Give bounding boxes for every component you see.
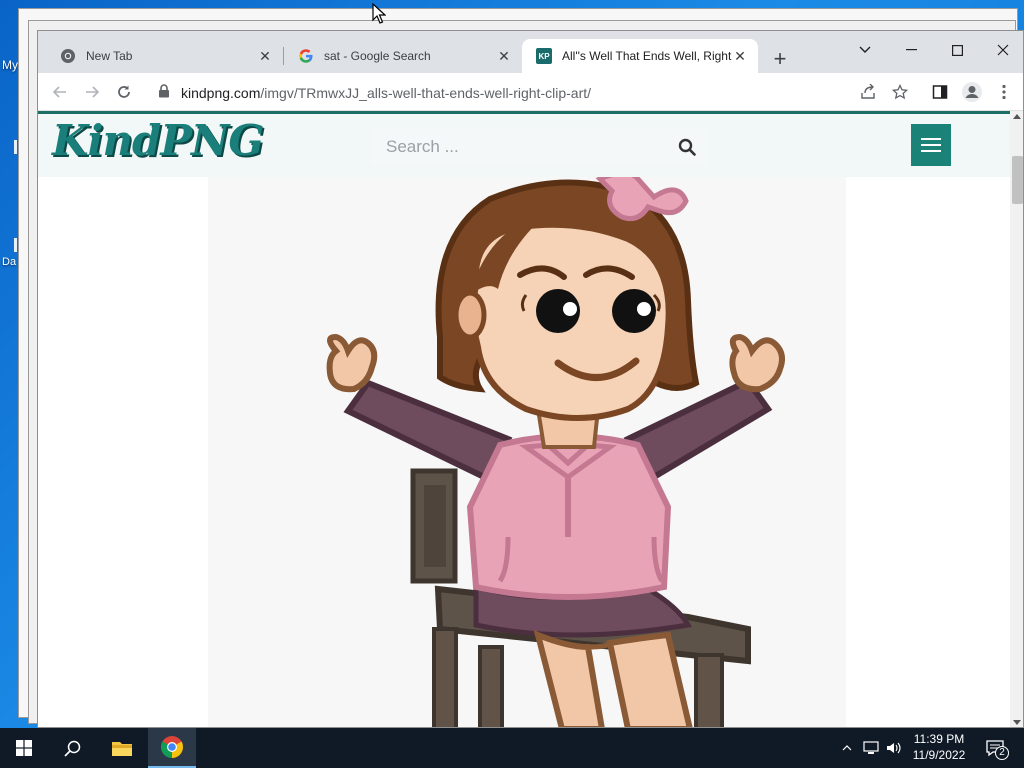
chrome-window: New Tab ✕ sat - Google Search ✕ KP All''… xyxy=(37,30,1024,728)
page-scrollbar[interactable] xyxy=(1010,111,1023,727)
lock-icon[interactable] xyxy=(158,84,170,101)
start-button[interactable] xyxy=(0,728,48,768)
google-icon xyxy=(298,48,314,64)
close-tab-icon[interactable]: ✕ xyxy=(732,48,748,64)
windows-logo-icon xyxy=(16,740,32,756)
close-window-button[interactable] xyxy=(980,35,1023,65)
back-button[interactable] xyxy=(46,78,74,106)
url-text: kindpng.com/imgv/TRmwxJJ_alls-well-that-… xyxy=(181,85,591,101)
forward-button[interactable] xyxy=(78,78,106,106)
maximize-button[interactable] xyxy=(934,35,980,65)
side-panel-icon[interactable] xyxy=(926,78,954,106)
tab-title: All''s Well That Ends Well, Right xyxy=(562,49,732,63)
taskbar-search-button[interactable] xyxy=(48,728,96,768)
desktop-icon-label-da[interactable]: Da xyxy=(2,256,16,268)
hamburger-icon xyxy=(921,138,941,152)
show-hidden-icons-chevron-icon[interactable] xyxy=(838,728,856,768)
more-menu-icon[interactable] xyxy=(990,78,1018,106)
new-tab-button[interactable]: + xyxy=(766,45,794,73)
notification-count-badge: 2 xyxy=(995,746,1009,760)
taskbar-clock[interactable]: 11:39 PM 11/9/2022 xyxy=(900,731,978,763)
action-center-button[interactable]: 2 xyxy=(980,728,1010,768)
scroll-up-arrow-icon[interactable] xyxy=(1013,114,1021,119)
url-path: /imgv/TRmwxJJ_alls-well-that-ends-well-r… xyxy=(260,85,592,101)
hamburger-menu-button[interactable] xyxy=(911,124,951,166)
browser-toolbar: kindpng.com/imgv/TRmwxJJ_alls-well-that-… xyxy=(38,73,1023,111)
site-header: KindPNG xyxy=(38,111,1010,177)
share-icon[interactable] xyxy=(854,78,882,106)
site-logo[interactable]: KindPNG xyxy=(52,116,264,165)
file-explorer-button[interactable] xyxy=(98,728,146,768)
tab-kindpng-active[interactable]: KP All''s Well That Ends Well, Right ✕ xyxy=(522,39,758,73)
close-tab-icon[interactable]: ✕ xyxy=(496,48,512,64)
windows-taskbar: 11:39 PM 11/9/2022 2 xyxy=(0,728,1024,768)
site-search-box[interactable] xyxy=(370,128,708,166)
clip-art-image[interactable] xyxy=(208,177,846,728)
scroll-down-arrow-icon[interactable] xyxy=(1013,720,1021,725)
image-viewer xyxy=(208,177,846,728)
tab-title: New Tab xyxy=(86,49,133,63)
chrome-icon xyxy=(60,48,76,64)
tab-search-chevron-icon[interactable] xyxy=(842,35,888,65)
web-page: KindPNG xyxy=(38,111,1010,728)
chrome-icon xyxy=(161,736,183,758)
favicon-text: KP xyxy=(538,51,550,61)
url-domain: kindpng.com xyxy=(181,85,261,101)
scrollbar-thumb[interactable] xyxy=(1012,156,1023,204)
tab-google-search[interactable]: sat - Google Search ✕ xyxy=(284,39,522,73)
clock-date: 11/9/2022 xyxy=(912,748,966,762)
minimize-button[interactable] xyxy=(888,35,934,65)
reload-button[interactable] xyxy=(110,78,138,106)
chrome-taskbar-button[interactable] xyxy=(148,728,196,768)
mouse-pointer-icon xyxy=(372,3,386,24)
tab-title: sat - Google Search xyxy=(324,49,431,63)
address-bar[interactable]: kindpng.com/imgv/TRmwxJJ_alls-well-that-… xyxy=(148,77,908,107)
desktop-icon-fragment xyxy=(14,140,17,154)
profile-avatar[interactable] xyxy=(958,78,986,106)
close-tab-icon[interactable]: ✕ xyxy=(257,48,273,64)
folder-icon xyxy=(112,742,132,756)
network-icon[interactable] xyxy=(860,728,882,768)
clock-time: 11:39 PM xyxy=(913,732,965,746)
desktop-icon-label-my[interactable]: My xyxy=(2,58,18,72)
search-icon[interactable] xyxy=(678,138,696,159)
site-search-input[interactable] xyxy=(370,128,708,166)
tab-new-tab[interactable]: New Tab ✕ xyxy=(46,39,283,73)
search-icon xyxy=(63,740,80,757)
bookmark-star-icon[interactable] xyxy=(886,78,914,106)
tab-strip: New Tab ✕ sat - Google Search ✕ KP All''… xyxy=(38,31,1023,73)
desktop-icon-fragment xyxy=(14,238,17,252)
kindpng-favicon: KP xyxy=(536,48,552,64)
